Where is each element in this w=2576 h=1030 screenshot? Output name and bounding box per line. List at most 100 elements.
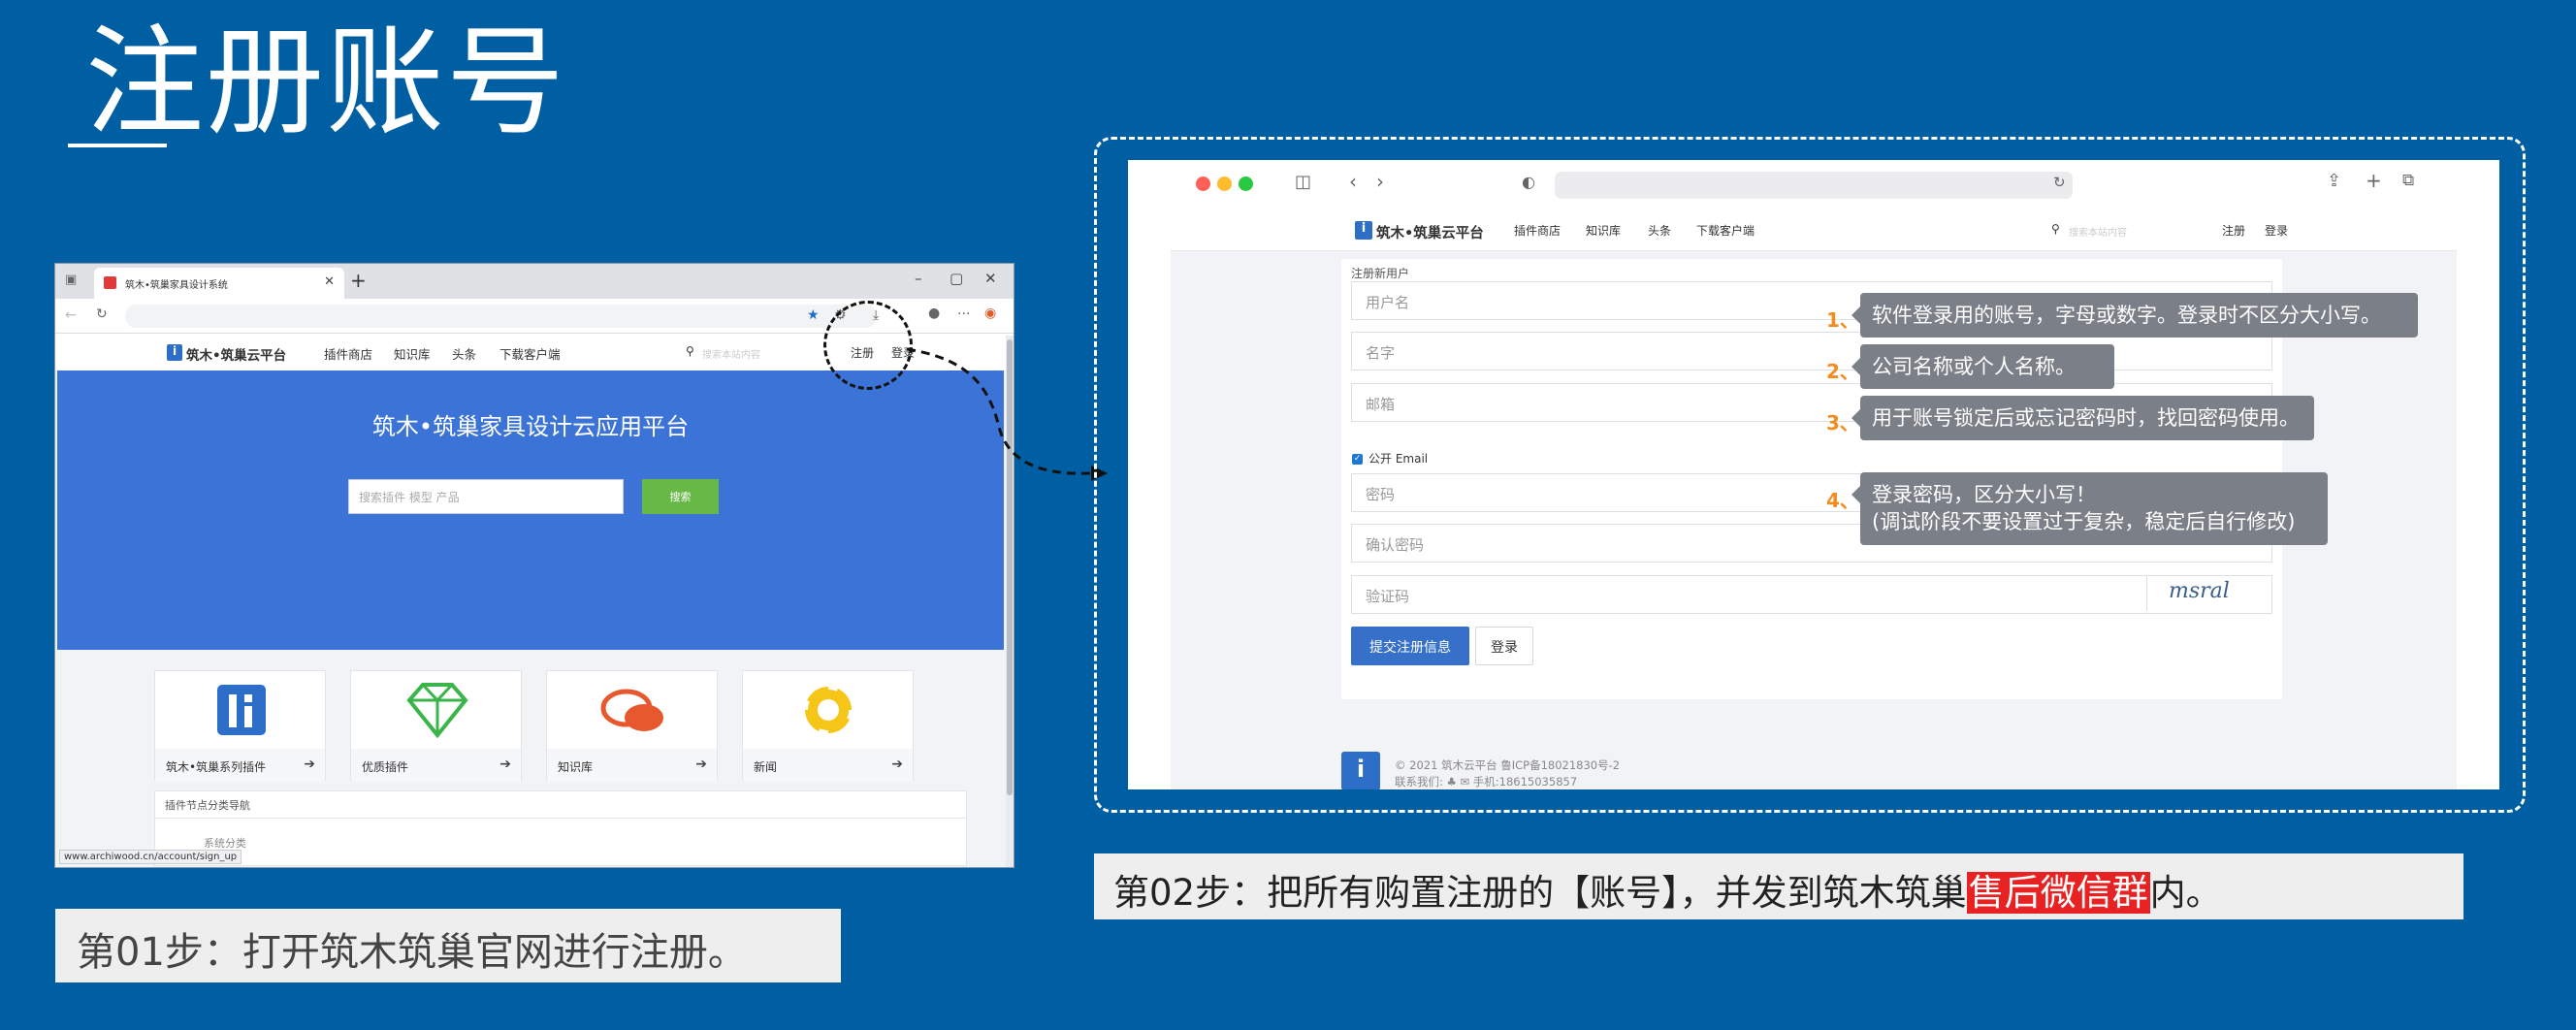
tab-title: 筑木•筑巢家具设计系统 — [125, 280, 228, 291]
close-window-button[interactable]: ✕ — [984, 270, 997, 287]
form-title: 注册新用户 — [1351, 267, 1410, 280]
step2-text-end: 内。 — [2149, 872, 2222, 914]
back-icon[interactable]: ← — [65, 307, 77, 323]
zhumu-logo-icon — [155, 671, 325, 749]
nav-search-input[interactable]: 搜索本站内容 — [2069, 224, 2127, 239]
annotation-name: 公司名称或个人名称。 — [1852, 344, 2114, 390]
forward-icon[interactable]: › — [1376, 170, 1384, 193]
chat-bubbles-icon — [547, 671, 717, 749]
nav-headlines[interactable]: 头条 — [1648, 222, 1671, 239]
step2-caption: 第02步：把所有购置注册的【账号】，并发到筑木筑巢售后微信群内。 — [1094, 853, 2463, 919]
nav-register-link[interactable]: 注册 — [2222, 222, 2245, 239]
pointer-arrow — [906, 347, 1108, 481]
nav-download-client[interactable]: 下载客户端 — [1696, 222, 1755, 239]
divider — [155, 818, 966, 819]
nav-search-input[interactable]: 搜索本站内容 — [702, 346, 760, 361]
card-knowledge[interactable]: 知识库 ➔ — [546, 670, 718, 782]
site-logo-text[interactable]: 筑木•筑巢云平台 — [1376, 222, 1484, 242]
tab-actions-icon[interactable]: ▣ — [65, 273, 77, 287]
site-logo-icon: i — [167, 344, 182, 361]
nav-search-icon[interactable]: ⚲ — [686, 344, 694, 358]
footer-contact: 联系我们: ♣ ✉ 手机:18615035857 — [1395, 775, 1578, 789]
share-icon[interactable]: ⇪ — [2327, 171, 2341, 191]
tabs-overview-icon[interactable]: ⧉ — [2402, 171, 2414, 190]
hero-search-input[interactable]: 搜索插件 模型 产品 — [348, 479, 624, 514]
nav-knowledge[interactable]: 知识库 — [1586, 222, 1621, 239]
minimize-button[interactable]: – — [915, 270, 922, 287]
step2-highlight: 售后微信群 — [1966, 872, 2150, 914]
privacy-shield-icon[interactable]: ◐ — [1522, 173, 1535, 191]
site-favicon-icon — [104, 276, 116, 289]
back-icon[interactable]: ‹ — [1349, 170, 1357, 193]
hero-title: 筑木•筑巢家具设计云应用平台 — [371, 413, 690, 440]
arrow-right-icon: ➔ — [499, 756, 511, 772]
annotation-email: 用于账号锁定后或忘记密码时，找回密码使用。 — [1852, 396, 2314, 441]
card-label: 知识库 — [558, 760, 594, 774]
annotation-text: 软件登录用的账号，字母或数字。登录时不区分大小写。 — [1872, 304, 2381, 327]
captcha-input[interactable]: 验证码 — [1351, 575, 2272, 614]
nav-login-link[interactable]: 登录 — [2265, 222, 2288, 239]
site-nav: i 筑木•筑巢云平台 插件商店 知识库 头条 下载客户端 ⚲ 搜索本站内容 注册… — [1171, 209, 2457, 251]
nav-knowledge[interactable]: 知识库 — [394, 344, 431, 363]
safari-toolbar: ◫ ‹ › ◐ ↻ ⇪ + ⧉ — [1128, 160, 2499, 209]
arrow-right-icon: ➔ — [891, 756, 903, 772]
minimize-dot-icon[interactable] — [1217, 177, 1232, 191]
card-news[interactable]: 新闻 ➔ — [742, 670, 914, 782]
annotation-text: 公司名称或个人名称。 — [1872, 355, 2076, 378]
reload-icon[interactable]: ↻ — [2053, 174, 2066, 191]
captcha-image[interactable]: msral — [2146, 575, 2270, 611]
lifebuoy-icon — [743, 671, 913, 749]
tab-bar: ▣ 筑木•筑巢家具设计系统 ✕ + – ▢ ✕ — [55, 264, 1014, 299]
public-email-checkbox[interactable]: ✓ — [1352, 454, 1363, 465]
nav-plugin-store[interactable]: 插件商店 — [1514, 222, 1561, 239]
slide-title: 注册账号 — [85, 14, 566, 151]
maximize-button[interactable]: ▢ — [950, 270, 963, 287]
annotation-text: 用于账号锁定后或忘记密码时，找回密码使用。 — [1872, 406, 2300, 430]
login-button[interactable]: 登录 — [1475, 627, 1533, 665]
category-item[interactable]: 系统分类 — [204, 835, 246, 851]
refresh-icon[interactable]: ↻ — [96, 306, 108, 322]
submit-registration-button[interactable]: 提交注册信息 — [1351, 627, 1469, 665]
site-logo-text[interactable]: 筑木•筑巢云平台 — [186, 344, 286, 364]
arrow-right-icon: ➔ — [304, 756, 315, 772]
zoom-dot-icon[interactable] — [1239, 177, 1253, 191]
annotation-username: 软件登录用的账号，字母或数字。登录时不区分大小写。 — [1852, 293, 2418, 338]
close-dot-icon[interactable] — [1196, 177, 1210, 191]
card-label: 新闻 — [754, 760, 778, 774]
category-header: 插件节点分类导航 — [165, 799, 250, 812]
nav-headlines[interactable]: 头条 — [452, 344, 476, 363]
copilot-icon[interactable]: ◉ — [984, 306, 996, 321]
annotation-text: 登录密码，区分大小写！ — [1872, 483, 2096, 506]
hero-search-button[interactable]: 搜索 — [642, 479, 719, 514]
card-label: 筑木•筑巢系列插件 — [166, 760, 267, 774]
card-quality-plugins[interactable]: 优质插件 ➔ — [350, 670, 522, 782]
category-nav-panel: 插件节点分类导航 系统分类 — [154, 790, 967, 866]
annotation-subtext: (调试阶段不要设置过于复杂，稳定后自行修改) — [1872, 510, 2296, 534]
new-tab-button[interactable]: + — [350, 269, 367, 292]
arrow-right-icon: ➔ — [695, 756, 707, 772]
nav-search-icon[interactable]: ⚲ — [2051, 222, 2060, 236]
step1-caption: 第01步：打开筑木筑巢官网进行注册。 — [55, 909, 841, 982]
browser-tab[interactable]: 筑木•筑巢家具设计系统 ✕ — [94, 268, 344, 299]
title-underline — [68, 144, 167, 147]
close-tab-icon[interactable]: ✕ — [324, 274, 335, 289]
diamond-icon — [351, 671, 521, 749]
new-tab-icon[interactable]: + — [2366, 169, 2382, 192]
annotation-password: 登录密码，区分大小写！ (调试阶段不要设置过于复杂，稳定后自行修改) — [1852, 472, 2328, 545]
status-url: www.archiwood.cn/account/sign_up — [59, 850, 242, 864]
nav-plugin-store[interactable]: 插件商店 — [324, 344, 372, 363]
card-series-plugins[interactable]: 筑木•筑巢系列插件 ➔ — [154, 670, 326, 782]
footer-copyright: © 2021 筑木云平台 鲁ICP备18021830号-2 — [1395, 758, 1621, 772]
more-icon[interactable]: ··· — [957, 306, 970, 322]
highlight-circle — [823, 301, 913, 390]
sidebar-icon[interactable]: ◫ — [1295, 172, 1311, 192]
profile-icon[interactable]: ● — [928, 306, 940, 321]
address-input[interactable] — [125, 305, 877, 328]
nav-download-client[interactable]: 下载客户端 — [499, 344, 561, 363]
address-input[interactable] — [1555, 172, 2073, 199]
favorite-star-icon[interactable]: ★ — [807, 307, 820, 323]
footer-logo-icon: i — [1341, 752, 1380, 789]
site-logo-icon: i — [1355, 221, 1372, 240]
card-label: 优质插件 — [362, 760, 409, 774]
public-email-label: 公开 Email — [1368, 452, 1429, 466]
